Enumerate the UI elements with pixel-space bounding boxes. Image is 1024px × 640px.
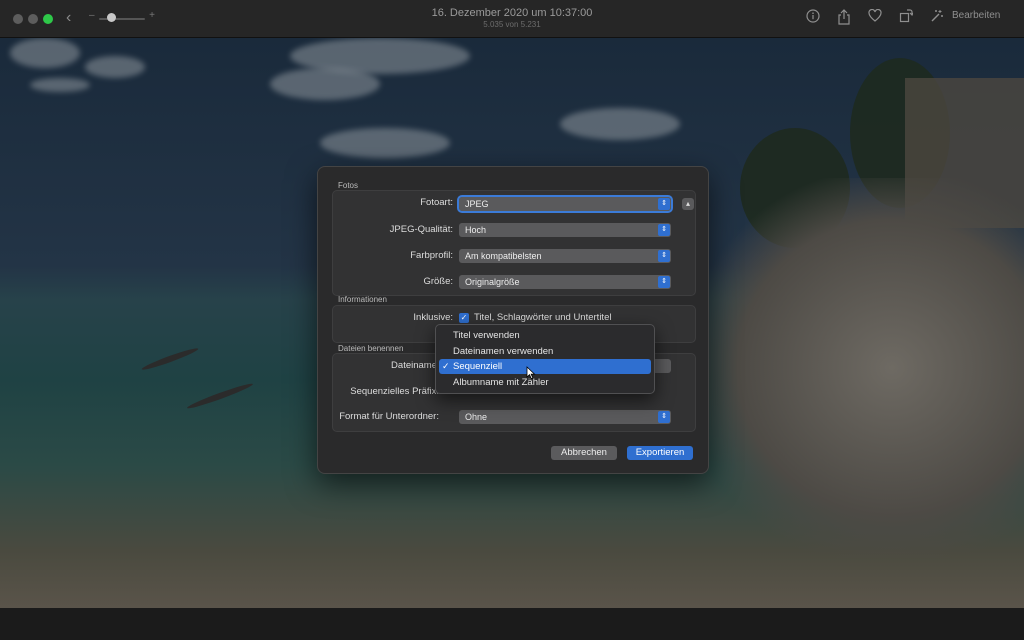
menu-item-label: Titel verwenden [453,330,520,341]
color-profile-select[interactable]: Am kompatibelsten ⇕ [459,249,671,263]
color-profile-label: Farbprofil: [410,250,453,261]
mouse-cursor-icon [526,366,536,380]
chevron-updown-icon: ⇕ [658,198,670,210]
menu-item-use-title[interactable]: Titel verwenden [439,328,651,343]
include-metadata-label: Titel, Schlagwörter und Untertitel [474,312,612,323]
jpeg-quality-select[interactable]: Hoch ⇕ [459,223,671,237]
chevron-updown-icon: ⇕ [658,276,670,288]
title-bar: ‹ – + 16. Dezember 2020 um 10:37:00 5.03… [0,0,1024,38]
checkmark-icon: ✓ [460,313,468,322]
include-label: Inklusive: [413,312,453,323]
subfolder-format-label: Format für Unterordner: [339,411,439,422]
checkmark-icon: ✓ [442,361,450,371]
menu-item-sequential[interactable]: ✓ Sequenziell [439,359,651,374]
rotate-icon[interactable] [897,9,915,27]
pelican [186,381,254,411]
photo-type-value: JPEG [465,199,489,209]
cloud [85,56,145,78]
rock-formation [694,178,1024,558]
section-photos-title: Fotos [338,181,359,190]
color-profile-value: Am kompatibelsten [465,251,542,261]
chevron-up-icon: ▴ [685,199,690,208]
menu-item-album-counter[interactable]: Albumname mit Zähler [439,375,651,390]
edit-button[interactable]: Bearbeiten [952,10,1000,21]
info-icon[interactable] [804,9,822,27]
subfolder-format-select[interactable]: Ohne ⇕ [459,410,671,424]
share-icon[interactable] [835,9,853,27]
menu-item-label: Dateinamen verwenden [453,346,554,357]
size-label: Größe: [423,276,453,287]
cloud [320,128,450,158]
cloud [560,108,680,140]
chevron-updown-icon: ⇕ [658,411,670,423]
export-dialog: Fotos Fotoart: JPEG ⇕ ▴ JPEG-Qualität: H… [317,166,709,474]
cloud [270,68,380,100]
magic-wand-icon[interactable] [928,9,946,27]
chevron-updown-icon: ⇕ [658,250,670,262]
filename-dropdown-menu: Titel verwenden Dateinamen verwenden ✓ S… [435,324,655,394]
menu-item-use-filename[interactable]: Dateinamen verwenden [439,344,651,359]
section-info-title: Informationen [338,295,387,304]
include-metadata-checkbox[interactable]: ✓ [459,313,469,323]
photo-type-select[interactable]: JPEG ⇕ [457,195,673,213]
size-value: Originalgröße [465,277,520,287]
jpeg-quality-label: JPEG-Qualität: [389,224,453,235]
heart-icon[interactable] [866,8,884,27]
size-select[interactable]: Originalgröße ⇕ [459,275,671,289]
photo-type-label: Fotoart: [420,197,453,208]
jpeg-quality-value: Hoch [465,225,487,235]
subfolder-format-value: Ohne [465,412,488,422]
expand-options-button[interactable]: ▴ [682,198,694,210]
export-button[interactable]: Exportieren [627,446,693,460]
cancel-button[interactable]: Abbrechen [551,446,617,460]
chevron-updown-icon: ⇕ [658,224,670,236]
pelican [140,345,200,373]
filmstrip-bar [0,608,1024,640]
photos-group: Fotoart: JPEG ⇕ ▴ JPEG-Qualität: Hoch ⇕ … [332,190,696,296]
cloud [10,38,80,68]
cloud [30,78,90,92]
section-naming-title: Dateien benennen [338,344,404,353]
menu-item-label: Sequenziell [453,361,503,372]
prefix-label: Sequenzielles Präfix: [350,386,439,397]
filename-label: Dateiname [391,360,437,371]
